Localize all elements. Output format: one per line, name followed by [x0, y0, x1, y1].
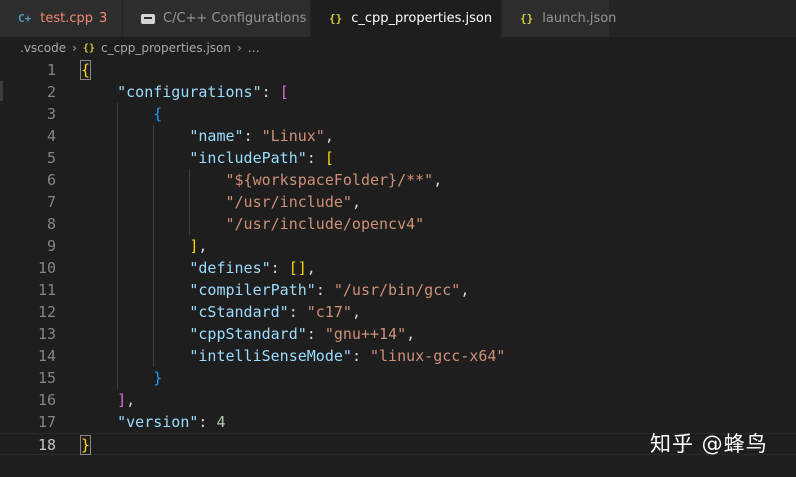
- code-text: "cStandard": "c17",: [189, 303, 361, 321]
- code-text: "${workspaceFolder}/**",: [225, 171, 443, 189]
- editor-tab-bar: C+ test.cpp 3 C/C++ Configurations {} c_…: [0, 0, 796, 37]
- problem-count-badge: 3: [99, 11, 108, 26]
- line-number: 3: [46, 105, 56, 123]
- code-line[interactable]: 16 ],: [0, 389, 796, 411]
- code-line[interactable]: 6 "${workspaceFolder}/**",: [0, 169, 796, 191]
- line-number: 11: [37, 281, 56, 299]
- code-line[interactable]: 7 "/usr/include",: [0, 191, 796, 213]
- chevron-right-icon: ›: [72, 41, 77, 55]
- line-number: 7: [46, 193, 56, 211]
- code-text: {: [79, 60, 92, 80]
- code-text: ],: [117, 391, 136, 409]
- tab-label: launch.json: [542, 11, 617, 26]
- code-line[interactable]: 9 ],: [0, 235, 796, 257]
- line-number: 18: [37, 436, 56, 454]
- chevron-right-icon: ›: [236, 41, 242, 55]
- indent-guide: [189, 169, 191, 235]
- settings-file-icon: [141, 13, 155, 24]
- tab-label: C/C++ Configurations: [163, 11, 307, 26]
- code-line[interactable]: 12 "cStandard": "c17",: [0, 301, 796, 323]
- code-text: }: [79, 435, 92, 455]
- code-line[interactable]: 14 "intelliSenseMode": "linux-gcc-x64": [0, 345, 796, 367]
- tab-test-cpp[interactable]: C+ test.cpp 3: [0, 0, 123, 37]
- json-file-icon: {}: [329, 12, 343, 25]
- code-line[interactable]: 1{: [0, 59, 796, 81]
- tab-label: test.cpp: [40, 11, 93, 26]
- code-line[interactable]: 15 }: [0, 367, 796, 389]
- tab-launch-json[interactable]: {} launch.json: [502, 0, 616, 37]
- line-number: 1: [46, 61, 56, 79]
- breadcrumb-file[interactable]: c_cpp_properties.json: [101, 41, 231, 55]
- line-number: 5: [46, 149, 56, 167]
- code-text: "intelliSenseMode": "linux-gcc-x64": [189, 347, 506, 365]
- line-number: 14: [37, 347, 56, 365]
- line-number: 2: [46, 83, 56, 101]
- tab-c-cpp-properties-json[interactable]: {} c_cpp_properties.json: [311, 0, 502, 37]
- tab-cpp-configurations[interactable]: C/C++ Configurations: [123, 0, 311, 37]
- indent-guide: [153, 125, 155, 367]
- code-text: "/usr/include/opencv4": [225, 215, 425, 233]
- code-text: "/usr/include",: [225, 193, 361, 211]
- code-line[interactable]: 5 "includePath": [: [0, 147, 796, 169]
- code-line[interactable]: 3 {: [0, 103, 796, 125]
- line-number: 17: [37, 413, 56, 431]
- code-line[interactable]: 8 "/usr/include/opencv4": [0, 213, 796, 235]
- indent-guide: [117, 103, 119, 389]
- code-text: ],: [189, 237, 208, 255]
- line-number: 9: [46, 237, 56, 255]
- code-editor[interactable]: 1{2 "configurations": [3 {4 "name": "Lin…: [0, 59, 796, 477]
- code-text: "name": "Linux",: [189, 127, 334, 145]
- code-text: "cppStandard": "gnu++14",: [189, 325, 416, 343]
- code-line[interactable]: 13 "cppStandard": "gnu++14",: [0, 323, 796, 345]
- cpp-file-icon: C+: [18, 12, 32, 25]
- line-number: 12: [37, 303, 56, 321]
- code-line[interactable]: 2 "configurations": [: [0, 81, 796, 103]
- line-number: 6: [46, 171, 56, 189]
- line-number: 8: [46, 215, 56, 233]
- breadcrumb-folder[interactable]: .vscode: [20, 41, 66, 55]
- code-line[interactable]: 4 "name": "Linux",: [0, 125, 796, 147]
- line-number: 10: [37, 259, 56, 277]
- code-text: {: [153, 105, 163, 123]
- code-text: "compilerPath": "/usr/bin/gcc",: [189, 281, 470, 299]
- line-number: 13: [37, 325, 56, 343]
- code-text: "includePath": [: [189, 149, 334, 167]
- code-line[interactable]: 10 "defines": [],: [0, 257, 796, 279]
- json-file-icon: {}: [82, 42, 95, 54]
- code-text: }: [153, 369, 163, 387]
- json-file-icon: {}: [520, 12, 534, 25]
- breadcrumb: .vscode › {} c_cpp_properties.json › …: [0, 37, 796, 59]
- breadcrumb-more[interactable]: …: [248, 41, 260, 55]
- line-number: 4: [46, 127, 56, 145]
- tab-label: c_cpp_properties.json: [351, 11, 493, 26]
- code-text: "version": 4: [117, 413, 226, 431]
- line-number: 16: [37, 391, 56, 409]
- line-number: 15: [37, 369, 56, 387]
- code-text: "configurations": [: [117, 83, 289, 101]
- code-line[interactable]: 11 "compilerPath": "/usr/bin/gcc",: [0, 279, 796, 301]
- watermark: 知乎 @蜂鸟: [650, 432, 768, 456]
